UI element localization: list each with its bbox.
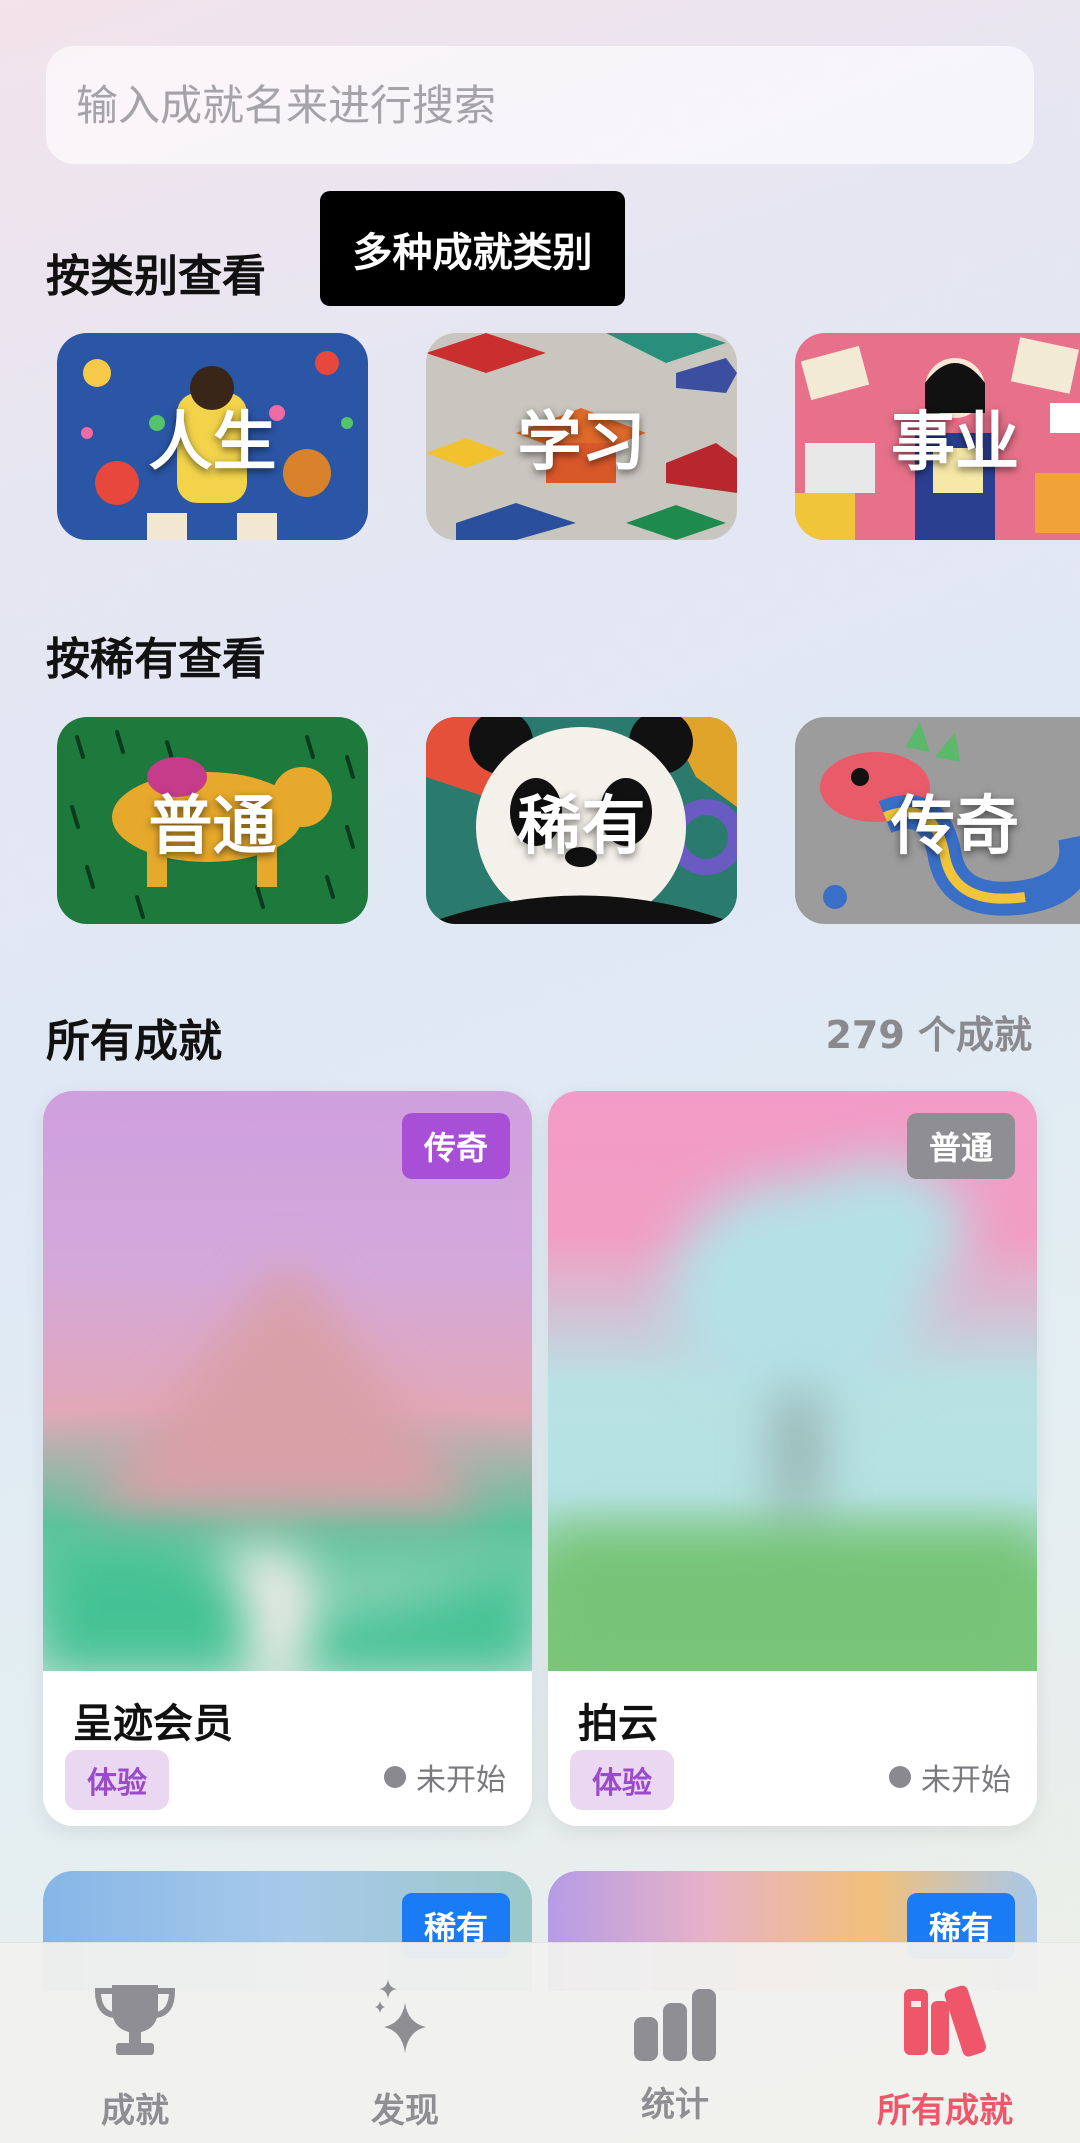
tab-all-achievements[interactable]: 所有成就 — [810, 1943, 1080, 2143]
category-tile-study[interactable]: 学习 — [426, 333, 737, 540]
trophy-icon — [94, 1985, 176, 2055]
achievement-name: 拍云 — [578, 1701, 658, 1747]
tab-label: 所有成就 — [877, 2091, 1013, 2131]
achievement-tag: 体验 — [570, 1750, 674, 1810]
achievement-name: 呈迹会员 — [73, 1701, 233, 1747]
achievement-status: 未开始 — [889, 1755, 1011, 1799]
rarity-tile-legendary[interactable]: 传奇 — [795, 717, 1080, 924]
tooltip: 多种成就类别 — [320, 191, 625, 306]
category-label: 学习 — [517, 405, 646, 480]
achievement-card[interactable]: 传奇 呈迹会员 体验 未开始 — [43, 1091, 532, 1826]
sparkles-icon — [375, 1979, 426, 2053]
section-title-all: 所有成就 — [46, 1016, 222, 1067]
status-dot — [384, 1766, 406, 1788]
section-title-rarity: 按稀有查看 — [46, 634, 266, 685]
achievement-count: 279 个成就 — [825, 1013, 1032, 1057]
achievement-tag: 体验 — [65, 1750, 169, 1810]
search-bar[interactable] — [46, 46, 1034, 164]
category-tile-career[interactable]: 事业 — [795, 333, 1080, 540]
achievement-card[interactable]: 普通 拍云 体验 未开始 — [548, 1091, 1037, 1826]
bar-chart-icon — [634, 1989, 716, 2061]
section-title-category: 按类别查看 — [46, 251, 266, 302]
status-text: 未开始 — [921, 1763, 1011, 1798]
category-label: 人生 — [148, 405, 277, 480]
rarity-label: 稀有 — [517, 789, 646, 864]
tab-discover[interactable]: 发现 — [270, 1943, 540, 2143]
status-text: 未开始 — [416, 1763, 506, 1798]
rarity-badge: 传奇 — [401, 1113, 510, 1179]
tab-achievements[interactable]: 成就 — [0, 1943, 270, 2143]
tab-label: 统计 — [641, 2085, 709, 2125]
category-tile-life[interactable]: 人生 — [57, 333, 368, 540]
rarity-tile-common[interactable]: 普通 — [57, 717, 368, 924]
category-label: 事业 — [891, 405, 1019, 480]
books-icon — [904, 1985, 986, 2057]
tab-label: 成就 — [101, 2091, 169, 2131]
rarity-badge: 普通 — [906, 1113, 1015, 1179]
search-input[interactable] — [76, 80, 1034, 130]
tab-bar: 成就 发现 统计 所有成就 — [0, 1942, 1080, 2143]
tab-label: 发现 — [371, 2091, 439, 2131]
status-dot — [889, 1766, 911, 1788]
rarity-tile-rare[interactable]: 稀有 — [426, 717, 737, 924]
rarity-label: 普通 — [148, 789, 277, 864]
achievement-status: 未开始 — [384, 1755, 506, 1799]
rarity-label: 传奇 — [891, 789, 1019, 864]
tab-stats[interactable]: 统计 — [540, 1943, 810, 2143]
